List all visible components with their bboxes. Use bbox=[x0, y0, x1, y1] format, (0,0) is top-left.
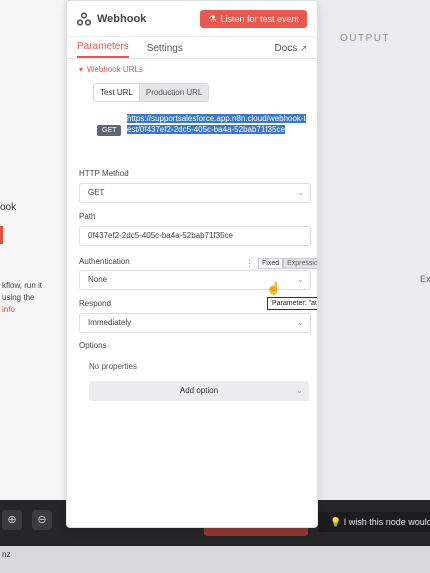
hint-info-link[interactable]: info bbox=[2, 304, 42, 316]
respond-select[interactable]: Immediately ⌄ bbox=[79, 313, 311, 333]
path-label: Path bbox=[79, 212, 96, 221]
canvas-left bbox=[0, 0, 64, 500]
webhook-url[interactable]: https://supportsalesforce.app.n8n.cloud/… bbox=[127, 113, 309, 135]
canvas-hint: kflow, run it using the info bbox=[2, 281, 43, 316]
chevron-down-icon: ⌄ bbox=[296, 386, 303, 395]
tab-parameters[interactable]: Parameters bbox=[77, 41, 129, 58]
respond-label: Respond bbox=[79, 299, 112, 308]
http-method-label: HTTP Method bbox=[79, 169, 129, 178]
hand-cursor-icon: ☝ bbox=[266, 281, 281, 295]
chevron-down-icon: ⌄ bbox=[297, 318, 304, 327]
http-method-select[interactable]: GET ⌄ bbox=[79, 183, 311, 203]
chevron-down-icon: ⌄ bbox=[297, 188, 304, 197]
zoom-out-icon[interactable]: ⊖ bbox=[32, 510, 52, 530]
zoom-in-icon[interactable]: ⊕ bbox=[2, 510, 22, 530]
fixed-expression-toggle: ⋮ Fixed Expression bbox=[245, 258, 317, 269]
panel-header: Webhook ⚗ Listen for test event bbox=[67, 1, 317, 37]
method-badge: GET bbox=[97, 125, 122, 136]
add-option-button[interactable]: Add option ⌄ bbox=[89, 381, 309, 401]
tab-test-url[interactable]: Test URL bbox=[94, 84, 140, 101]
url-tabs: Test URL Production URL bbox=[93, 83, 210, 102]
output-ex-label: Ex bbox=[420, 274, 430, 284]
node-settings-panel: Webhook ⚗ Listen for test event Paramete… bbox=[66, 0, 318, 528]
below-screen-area: nz bbox=[0, 546, 430, 573]
authentication-label: Authentication bbox=[79, 257, 130, 266]
chevron-down-icon: ⌄ bbox=[297, 275, 304, 284]
canvas-node-title: ook bbox=[0, 202, 17, 213]
more-options-icon[interactable]: ⋮ bbox=[245, 258, 254, 269]
tab-settings[interactable]: Settings bbox=[147, 43, 183, 58]
options-label: Options bbox=[79, 341, 107, 350]
panel-tabs: Parameters Settings Docs ↗ bbox=[67, 37, 317, 59]
canvas-red-marker bbox=[0, 226, 3, 244]
external-link-icon: ↗ bbox=[300, 44, 307, 53]
parameter-tooltip: Parameter: "authentication" bbox=[267, 297, 317, 310]
expression-option[interactable]: Expression bbox=[283, 258, 317, 269]
output-label: OUTPUT bbox=[340, 33, 391, 44]
flask-icon: ⚗ bbox=[208, 13, 217, 24]
tab-production-url[interactable]: Production URL bbox=[139, 84, 209, 101]
output-pane bbox=[318, 0, 430, 510]
webhook-icon bbox=[77, 11, 91, 26]
node-title: Webhook bbox=[97, 12, 147, 25]
fixed-option[interactable]: Fixed bbox=[258, 258, 284, 269]
listen-test-event-button[interactable]: ⚗ Listen for test event bbox=[200, 9, 307, 28]
feedback-button[interactable]: 💡 I wish this node would... bbox=[318, 512, 430, 532]
webhook-urls-toggle[interactable]: ▾ Webhook URLs bbox=[79, 65, 143, 74]
chevron-down-icon: ▾ bbox=[79, 65, 84, 74]
tab-docs[interactable]: Docs ↗ bbox=[275, 43, 308, 58]
no-properties-text: No properties bbox=[89, 362, 138, 371]
path-input[interactable]: 0f437ef2-2dc5-405c-ba4a-52bab71f35ce bbox=[79, 226, 311, 246]
